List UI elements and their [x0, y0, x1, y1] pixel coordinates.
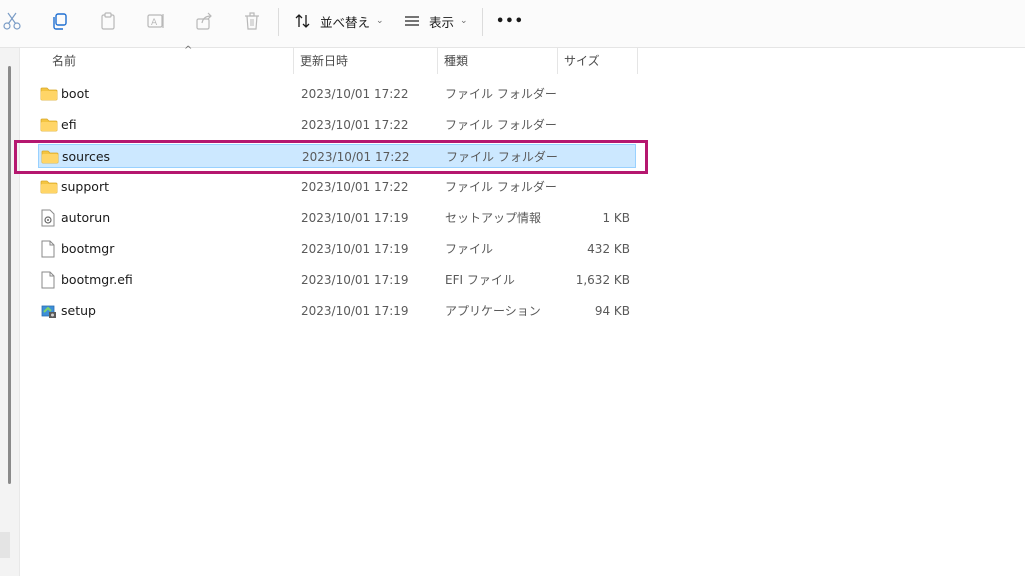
- cut-button[interactable]: [2, 6, 22, 36]
- file-type: EFI ファイル: [445, 273, 515, 287]
- file-date: 2023/10/01 17:19: [301, 242, 409, 256]
- command-bar: A 並べ替え ⌄ 表示 ⌄ •••: [0, 0, 1025, 48]
- file-type: ファイル フォルダー: [445, 87, 557, 101]
- scrollbar-thumb[interactable]: [8, 66, 11, 484]
- toolbar-separator: [482, 8, 483, 36]
- file-size: 432 KB: [587, 242, 630, 256]
- file-date: 2023/10/01 17:22: [301, 180, 409, 194]
- toolbar-separator: [278, 8, 279, 36]
- share-button[interactable]: [194, 6, 214, 36]
- file-type: ファイル フォルダー: [446, 150, 558, 164]
- file-name: setup: [61, 303, 96, 318]
- sort-button[interactable]: 並べ替え ⌄: [294, 6, 384, 36]
- view-lines-icon: [405, 16, 419, 26]
- file-size: 1,632 KB: [575, 273, 630, 287]
- file-row-setup[interactable]: setup 2023/10/01 17:19 アプリケーション 94 KB: [38, 299, 636, 323]
- column-header-name-label: 名前: [52, 54, 77, 68]
- trash-icon: [245, 12, 259, 30]
- copy-button[interactable]: [50, 6, 70, 36]
- column-header-date[interactable]: 更新日時: [294, 48, 438, 74]
- file-name: support: [61, 179, 109, 194]
- scrollbar-bottom[interactable]: [0, 532, 10, 558]
- file-type: ファイル フォルダー: [445, 180, 557, 194]
- view-label: 表示: [429, 14, 455, 30]
- file-type: セットアップ情報: [445, 211, 542, 225]
- file-row-autorun[interactable]: autorun 2023/10/01 17:19 セットアップ情報 1 KB: [38, 206, 636, 230]
- file-row-bootmgr-efi[interactable]: bootmgr.efi 2023/10/01 17:19 EFI ファイル 1,…: [38, 268, 636, 292]
- file-row-efi[interactable]: efi 2023/10/01 17:22 ファイル フォルダー: [38, 113, 636, 137]
- rename-button[interactable]: A: [146, 6, 166, 36]
- folder-icon: [40, 113, 58, 137]
- file-date: 2023/10/01 17:19: [301, 273, 409, 287]
- file-row-bootmgr[interactable]: bootmgr 2023/10/01 17:19 ファイル 432 KB: [38, 237, 636, 261]
- sort-label: 並べ替え: [320, 14, 371, 30]
- folder-icon: [40, 82, 58, 106]
- folder-icon: [41, 145, 59, 169]
- column-header-size[interactable]: サイズ: [558, 48, 638, 74]
- file-name: boot: [61, 86, 90, 101]
- copy-icon: [53, 13, 67, 30]
- file-date: 2023/10/01 17:22: [301, 87, 409, 101]
- file-type: ファイル: [445, 242, 494, 256]
- file-name: bootmgr: [61, 241, 115, 256]
- file-name: autorun: [61, 210, 111, 225]
- scissors-icon: [3, 12, 21, 30]
- column-header-type-label: 種類: [444, 54, 469, 68]
- column-header-date-label: 更新日時: [300, 54, 349, 68]
- more-options-button[interactable]: •••: [496, 6, 524, 36]
- file-row-boot[interactable]: boot 2023/10/01 17:22 ファイル フォルダー: [38, 82, 636, 106]
- file-name: bootmgr.efi: [61, 272, 133, 287]
- file-size: 1 KB: [602, 211, 630, 225]
- navigation-pane: [0, 48, 20, 576]
- delete-button[interactable]: [242, 6, 262, 36]
- folder-icon: [40, 175, 58, 199]
- column-header-row: 名前 ^ 更新日時 種類 サイズ: [20, 45, 640, 74]
- file-date: 2023/10/01 17:22: [301, 118, 409, 132]
- file-size: 94 KB: [594, 304, 630, 318]
- view-button[interactable]: 表示 ⌄: [403, 6, 468, 36]
- file-type: ファイル フォルダー: [445, 118, 557, 132]
- column-header-type[interactable]: 種類: [438, 48, 558, 74]
- clipboard-icon: [101, 12, 115, 30]
- paste-button[interactable]: [98, 6, 118, 36]
- sort-ascending-icon: ^: [184, 45, 193, 56]
- file-name: efi: [61, 117, 77, 132]
- setup-app-icon: [40, 299, 58, 323]
- settings-file-icon: [40, 206, 58, 230]
- sort-arrows-icon: [295, 14, 310, 28]
- file-row-sources[interactable]: sources 2023/10/01 17:22 ファイル フォルダー: [38, 144, 636, 168]
- file-icon: [40, 268, 58, 292]
- column-header-size-label: サイズ: [564, 54, 600, 68]
- column-header-name[interactable]: 名前: [46, 48, 294, 74]
- chevron-down-icon: ⌄: [460, 16, 468, 26]
- file-row-support[interactable]: support 2023/10/01 17:22 ファイル フォルダー: [38, 175, 636, 199]
- file-date: 2023/10/01 17:19: [301, 304, 409, 318]
- chevron-down-icon: ⌄: [376, 16, 384, 26]
- file-icon: [40, 237, 58, 261]
- file-type: アプリケーション: [445, 304, 541, 318]
- share-icon: [196, 12, 212, 30]
- svg-text:A: A: [151, 18, 158, 28]
- file-date: 2023/10/01 17:19: [301, 211, 409, 225]
- rename-icon: A: [147, 14, 164, 28]
- file-name: sources: [62, 149, 111, 164]
- file-date: 2023/10/01 17:22: [302, 150, 410, 164]
